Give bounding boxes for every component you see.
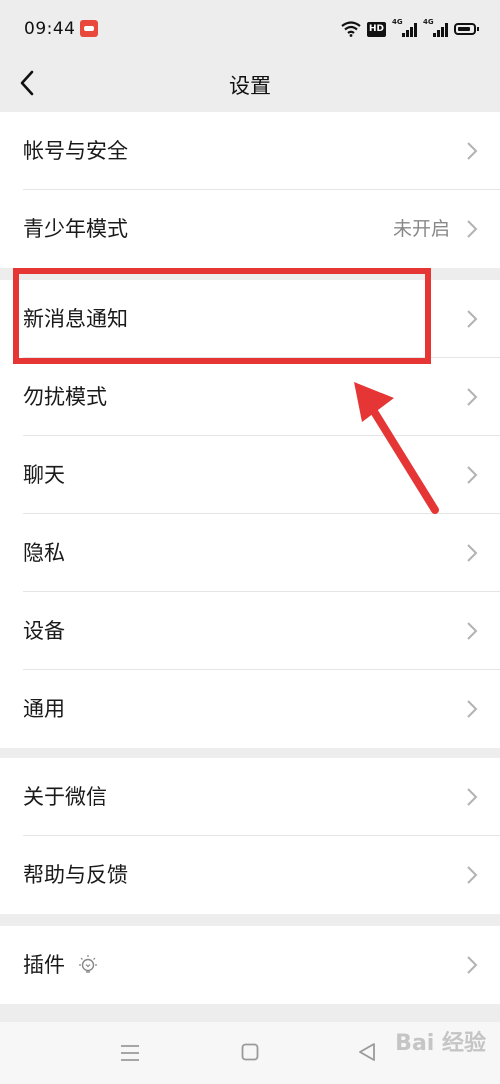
chevron-right-icon bbox=[467, 310, 478, 328]
settings-group-about: 关于微信 帮助与反馈 bbox=[0, 758, 500, 914]
lightbulb-icon bbox=[79, 955, 97, 973]
status-indicators: HD 4G 4G bbox=[341, 18, 479, 39]
chevron-right-icon bbox=[467, 544, 478, 562]
back-button[interactable] bbox=[10, 62, 46, 102]
settings-item-devices[interactable]: 设备 bbox=[0, 592, 500, 670]
settings-group-account: 帐号与安全 青少年模式 未开启 bbox=[0, 112, 500, 268]
settings-item-label: 隐私 bbox=[23, 541, 65, 565]
app-notification-icon bbox=[80, 20, 98, 37]
chevron-right-icon bbox=[467, 220, 478, 238]
settings-item-label: 帐号与安全 bbox=[23, 139, 128, 163]
chevron-right-icon bbox=[467, 622, 478, 640]
wifi-icon bbox=[341, 21, 361, 37]
chevron-left-icon bbox=[20, 70, 34, 96]
settings-item-notifications[interactable]: 新消息通知 bbox=[0, 280, 500, 358]
settings-item-help-feedback[interactable]: 帮助与反馈 bbox=[0, 836, 500, 914]
settings-item-plugins[interactable]: 插件 bbox=[0, 926, 500, 1004]
settings-item-label: 青少年模式 bbox=[23, 217, 128, 241]
header: 设置 bbox=[0, 58, 500, 110]
signal-icon: 4G bbox=[423, 18, 448, 37]
settings-item-label: 通用 bbox=[23, 697, 65, 721]
settings-item-do-not-disturb[interactable]: 勿扰模式 bbox=[0, 358, 500, 436]
settings-item-label: 关于微信 bbox=[23, 785, 107, 809]
settings-item-label: 勿扰模式 bbox=[23, 385, 107, 409]
chevron-right-icon bbox=[467, 956, 478, 974]
hd-badge: HD bbox=[366, 21, 386, 37]
settings-item-teen-mode[interactable]: 青少年模式 未开启 bbox=[0, 190, 500, 268]
settings-item-privacy[interactable]: 隐私 bbox=[0, 514, 500, 592]
system-nav-bar bbox=[0, 1022, 500, 1084]
settings-group-plugins: 插件 bbox=[0, 926, 500, 1004]
page-title: 设置 bbox=[229, 74, 271, 98]
settings-item-chat[interactable]: 聊天 bbox=[0, 436, 500, 514]
battery-icon bbox=[454, 23, 479, 35]
settings-item-status: 未开启 bbox=[392, 218, 450, 240]
settings-item-label: 新消息通知 bbox=[23, 307, 128, 331]
chevron-right-icon bbox=[467, 700, 478, 718]
settings-group-general: 新消息通知 勿扰模式 聊天 隐私 设备 通用 bbox=[0, 280, 500, 748]
chevron-right-icon bbox=[467, 788, 478, 806]
settings-item-label: 设备 bbox=[23, 619, 65, 643]
signal-icon: 4G bbox=[392, 18, 417, 37]
settings-item-general[interactable]: 通用 bbox=[0, 670, 500, 748]
settings-item-label: 聊天 bbox=[23, 463, 65, 487]
menu-icon[interactable] bbox=[120, 1044, 140, 1062]
settings-item-label: 插件 bbox=[23, 953, 65, 977]
settings-item-about-wechat[interactable]: 关于微信 bbox=[0, 758, 500, 836]
status-bar: 09:44 HD 4G 4G bbox=[0, 0, 500, 58]
chevron-right-icon bbox=[467, 388, 478, 406]
status-time: 09:44 bbox=[24, 19, 76, 39]
home-square-icon[interactable] bbox=[241, 1043, 259, 1061]
settings-item-label: 帮助与反馈 bbox=[23, 863, 128, 887]
chevron-right-icon bbox=[467, 466, 478, 484]
chevron-right-icon bbox=[467, 866, 478, 884]
settings-item-account-security[interactable]: 帐号与安全 bbox=[0, 112, 500, 190]
back-triangle-icon[interactable] bbox=[358, 1042, 376, 1062]
chevron-right-icon bbox=[467, 142, 478, 160]
